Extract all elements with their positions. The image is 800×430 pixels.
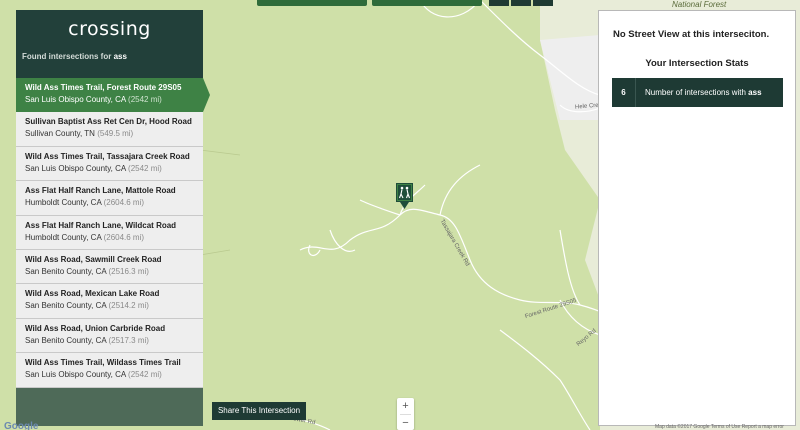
result-location: San Benito County, CA (2517.3 mi): [25, 335, 149, 345]
result-item[interactable]: Wild Ass Times Trail, Tassajara Creek Ro…: [16, 146, 203, 182]
stats-title: Your Intersection Stats: [645, 58, 749, 69]
share-intersection-button[interactable]: Share This Intersection: [212, 402, 306, 420]
top-action-button-1[interactable]: [257, 0, 367, 6]
result-item[interactable]: Ass Flat Half Ranch Lane, Wildcat Road H…: [16, 215, 203, 250]
result-location: San Luis Obispo County, CA (2542 mi): [25, 95, 162, 104]
intersection-count: 6: [612, 78, 636, 107]
query-text: ass: [113, 52, 127, 61]
result-location: San Benito County, CA (2514.2 mi): [25, 301, 149, 311]
results-list: Wild Ass Times Trail, Forest Route 29S05…: [16, 78, 210, 388]
result-title: Wild Ass Times Trail, Tassajara Creek Ro…: [25, 151, 190, 161]
top-action-button-2[interactable]: [372, 0, 482, 6]
forest-label: National Forest: [672, 0, 727, 9]
result-item[interactable]: Ass Flat Half Ranch Lane, Mattole Road H…: [16, 181, 203, 216]
zoom-in-button[interactable]: +: [397, 398, 414, 414]
top-square-button-2[interactable]: [511, 0, 531, 6]
intersection-count-stat: 6 Number of intersections with ass: [612, 78, 783, 107]
intersection-count-label: Number of intersections with ass: [645, 88, 762, 97]
stats-panel: No Street View at this interseciton. You…: [598, 10, 796, 426]
logo[interactable]: crossing: [16, 10, 203, 40]
result-title: Wild Ass Road, Union Carbride Road: [25, 323, 166, 333]
result-item[interactable]: Sullivan Baptist Ass Ret Cen Dr, Hood Ro…: [16, 112, 203, 147]
zoom-out-button[interactable]: −: [397, 415, 414, 430]
result-item[interactable]: Wild Ass Times Trail, Forest Route 29S05…: [16, 78, 210, 113]
google-logo[interactable]: Google: [4, 421, 38, 430]
sidebar: crossing Found intersections for ass Wil…: [16, 10, 210, 426]
result-title: Wild Ass Road, Mexican Lake Road: [25, 289, 160, 299]
result-title: Sullivan Baptist Ass Ret Cen Dr, Hood Ro…: [25, 117, 192, 127]
result-location: Humboldt County, CA (2604.6 mi): [25, 198, 145, 208]
found-label: Found intersections for ass: [22, 52, 127, 61]
map-footer[interactable]: Map data ©2017 Google Terms of Use Repor…: [655, 424, 784, 430]
result-item[interactable]: Wild Ass Road, Union Carbride Road San B…: [16, 318, 203, 354]
zoom-control: + −: [397, 398, 414, 430]
result-title: Wild Ass Times Trail, Forest Route 29S05: [25, 83, 182, 92]
hiker-marker-icon[interactable]: [396, 183, 413, 210]
result-item[interactable]: Wild Ass Times Trail, Wildass Times Trai…: [16, 353, 203, 388]
top-square-button-1[interactable]: [489, 0, 509, 6]
result-location: San Benito County, CA (2516.3 mi): [25, 266, 149, 276]
result-location: San Luis Obispo County, CA (2542 mi): [25, 370, 162, 380]
result-location: Humboldt County, CA (2604.6 mi): [25, 232, 145, 242]
sidebar-header: crossing Found intersections for ass: [16, 10, 203, 78]
result-title: Wild Ass Road, Sawmill Creek Road: [25, 254, 162, 264]
no-street-view-message: No Street View at this interseciton.: [613, 29, 770, 40]
result-title: Ass Flat Half Ranch Lane, Mattole Road: [25, 186, 176, 196]
top-square-button-3[interactable]: [533, 0, 553, 6]
result-item[interactable]: Wild Ass Road, Mexican Lake Road San Ben…: [16, 284, 203, 319]
result-title: Wild Ass Times Trail, Wildass Times Trai…: [25, 358, 181, 368]
result-item[interactable]: Wild Ass Road, Sawmill Creek Road San Be…: [16, 249, 203, 285]
result-location: Sullivan County, TN (549.5 mi): [25, 129, 134, 139]
result-location: San Luis Obispo County, CA (2542 mi): [25, 163, 162, 173]
result-title: Ass Flat Half Ranch Lane, Wildcat Road: [25, 220, 177, 230]
